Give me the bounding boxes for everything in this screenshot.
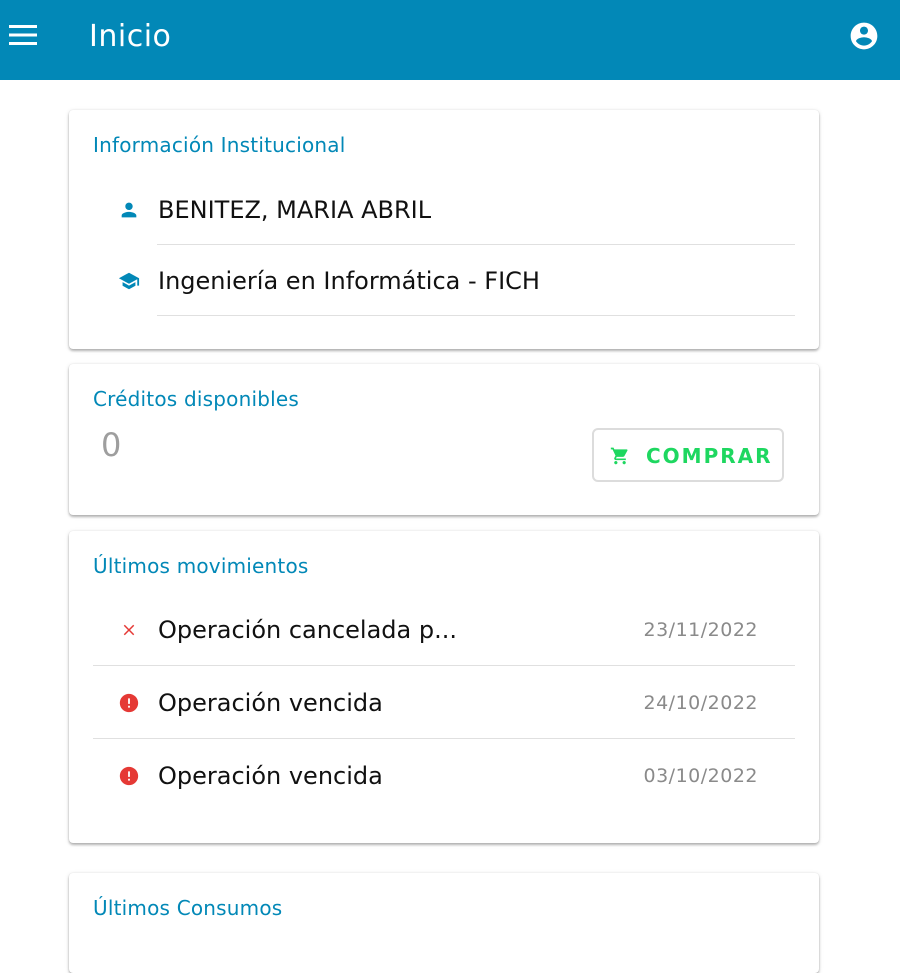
credits-title: Créditos disponibles [93,387,299,411]
credits-value: 0 [101,426,122,464]
credits-card: Créditos disponibles 0 COMPRAR [69,364,819,515]
consumptions-card: Últimos Consumos [69,873,819,973]
account-button[interactable] [845,19,883,57]
student-name: BENITEZ, MARIA ABRIL [158,195,432,224]
alert-circle-icon [117,691,141,715]
menu-icon [8,24,38,50]
page-title: Inicio [89,19,172,54]
cart-icon [610,446,630,466]
person-icon [117,198,141,222]
account-circle-icon [848,20,880,56]
buy-button-label: COMPRAR [646,444,773,468]
movement-date: 23/11/2022 [643,618,758,641]
institutional-info-title: Información Institucional [93,133,346,157]
menu-button[interactable] [4,17,42,57]
buy-button[interactable]: COMPRAR [592,428,784,482]
career-row: Ingeniería en Informática - FICH [93,245,795,316]
consumptions-title: Últimos Consumos [93,896,283,920]
movement-item[interactable]: Operación cancelada p... 23/11/2022 [93,593,795,666]
movement-text: Operación vencida [158,688,383,717]
movement-text: Operación vencida [158,761,383,790]
movement-text: Operación cancelada p... [158,615,457,644]
movement-item[interactable]: Operación vencida 03/10/2022 [93,739,795,812]
movements-title: Últimos movimientos [93,554,309,578]
movement-date: 24/10/2022 [643,691,758,714]
close-icon [117,618,141,642]
movements-card: Últimos movimientos Operación cancelada … [69,531,819,843]
movement-date: 03/10/2022 [643,764,758,787]
student-name-row: BENITEZ, MARIA ABRIL [93,174,795,245]
top-app-bar: Inicio [0,0,900,80]
career-name: Ingeniería en Informática - FICH [158,266,540,295]
school-icon [117,269,141,293]
institutional-info-card: Información Institucional BENITEZ, MARIA… [69,110,819,349]
divider [157,315,795,316]
alert-circle-icon [117,764,141,788]
movement-item[interactable]: Operación vencida 24/10/2022 [93,666,795,739]
